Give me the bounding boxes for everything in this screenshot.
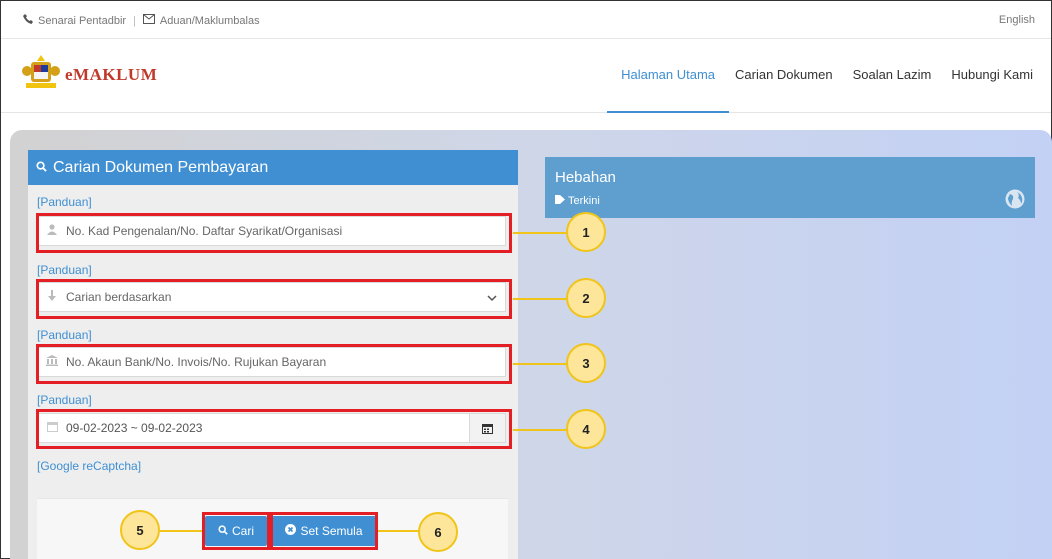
callout-3: 3 — [566, 343, 606, 383]
search-panel: Carian Dokumen Pembayaran [Panduan] No. … — [28, 150, 518, 559]
guide-link-3[interactable]: [Panduan] — [37, 328, 92, 342]
divider: | — [133, 14, 136, 27]
nav-item-document-search[interactable]: Carian Dokumen — [735, 67, 833, 82]
phone-icon — [23, 14, 33, 27]
calendar-small-icon — [46, 421, 58, 435]
date-range-input[interactable]: 09-02-2023 ~ 09-02-2023 — [37, 413, 506, 443]
announcement-subtitle-row: Terkini — [555, 195, 600, 207]
calendar-button[interactable] — [469, 414, 505, 442]
callout-line-6 — [378, 530, 418, 532]
recaptcha-link[interactable]: [Google reCaptcha] — [37, 459, 141, 473]
main-navbar: eMAKLUM Halaman Utama Carian Dokumen Soa… — [1, 39, 1051, 113]
arrow-down-icon — [46, 290, 58, 304]
callout-line-3 — [513, 363, 567, 365]
admin-list-link[interactable]: Senarai Pentadbir — [38, 15, 126, 27]
callout-line-4 — [513, 429, 567, 431]
reset-button[interactable]: Set Semula — [272, 516, 376, 546]
bank-icon — [46, 355, 58, 369]
search-button-label: Cari — [231, 524, 254, 538]
nav-item-faq[interactable]: Soalan Lazim — [853, 67, 932, 82]
coat-of-arms-icon — [21, 53, 61, 96]
callout-4: 4 — [566, 409, 606, 449]
callout-line-1 — [513, 232, 567, 234]
announcement-title: Hebahan — [555, 169, 616, 186]
id-number-input[interactable]: No. Kad Pengenalan/No. Daftar Syarikat/O… — [37, 216, 506, 246]
calendar-icon — [482, 423, 493, 434]
feedback-link[interactable]: Aduan/Maklumbalas — [160, 15, 260, 27]
nav-menu: Halaman Utama Carian Dokumen Soalan Lazi… — [607, 67, 1033, 113]
callout-line-2 — [513, 298, 567, 300]
top-bar: Senarai Pentadbir | Aduan/Maklumbalas En… — [1, 1, 1051, 39]
search-by-value: Carian berdasarkan — [66, 290, 172, 304]
user-icon — [46, 224, 58, 238]
account-number-placeholder: No. Akaun Bank/No. Invois/No. Rujukan Ba… — [66, 355, 327, 369]
search-panel-header: Carian Dokumen Pembayaran — [28, 150, 518, 185]
callout-6: 6 — [418, 512, 458, 552]
announcement-subtitle: Terkini — [568, 195, 600, 207]
nav-item-contact[interactable]: Hubungi Kami — [951, 67, 1033, 82]
close-circle-icon — [285, 524, 297, 538]
search-panel-title: Carian Dokumen Pembayaran — [53, 158, 269, 176]
announcement-box: Hebahan Terkini — [545, 157, 1035, 218]
envelope-icon — [142, 14, 155, 27]
language-link[interactable]: English — [999, 14, 1035, 26]
tag-icon — [555, 195, 565, 207]
guide-link-4[interactable]: [Panduan] — [37, 393, 92, 407]
search-button[interactable]: Cari — [205, 516, 267, 546]
callout-line-5 — [160, 530, 202, 532]
callout-5: 5 — [120, 510, 160, 550]
account-number-input[interactable]: No. Akaun Bank/No. Invois/No. Rujukan Ba… — [37, 347, 506, 377]
guide-link-1[interactable]: [Panduan] — [37, 195, 92, 209]
search-icon — [36, 159, 47, 177]
id-number-placeholder: No. Kad Pengenalan/No. Daftar Syarikat/O… — [66, 224, 343, 238]
nav-item-home[interactable]: Halaman Utama — [607, 67, 729, 113]
search-by-select[interactable]: Carian berdasarkan — [37, 282, 506, 312]
search-icon — [218, 524, 228, 538]
brand-logo[interactable]: eMAKLUM — [21, 53, 157, 96]
globe-icon — [1005, 189, 1025, 214]
date-range-value: 09-02-2023 ~ 09-02-2023 — [66, 421, 203, 435]
chevron-down-icon — [487, 291, 497, 305]
brand-name: eMAKLUM — [65, 64, 158, 84]
callout-1: 1 — [566, 212, 606, 252]
reset-button-label: Set Semula — [300, 524, 363, 538]
guide-link-2[interactable]: [Panduan] — [37, 263, 92, 277]
callout-2: 2 — [566, 278, 606, 318]
